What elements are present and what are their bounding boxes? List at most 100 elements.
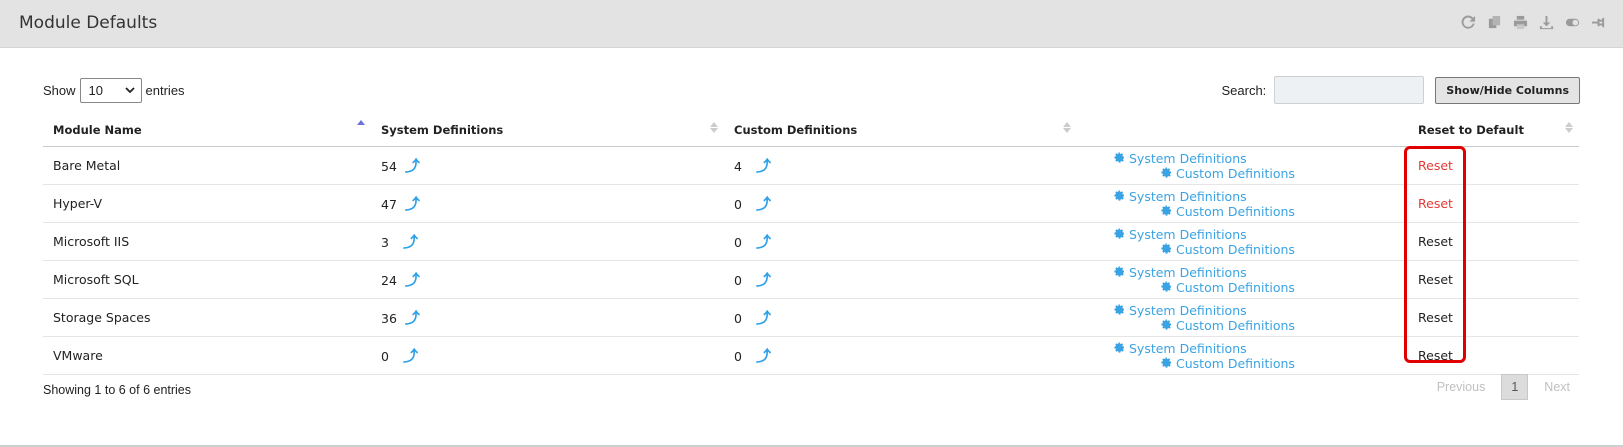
system-definitions-link-label: System Definitions: [1129, 150, 1247, 166]
search-input[interactable]: [1274, 76, 1425, 104]
custom-definitions-link-label: Custom Definitions: [1176, 355, 1295, 371]
up-arrow-icon[interactable]: ⤴: [756, 157, 771, 175]
module-name-cell: Storage Spaces: [43, 298, 371, 337]
page-1-button[interactable]: 1: [1501, 374, 1529, 400]
gear-icon: [1161, 318, 1172, 333]
module-name: Storage Spaces: [53, 310, 151, 325]
custom-count-cell: 4 ⤴: [724, 146, 1077, 185]
system-definitions-link[interactable]: System Definitions: [1114, 341, 1247, 356]
copy-icon[interactable]: [1487, 15, 1502, 30]
up-arrow-icon[interactable]: ⤴: [405, 271, 420, 289]
module-name-cell: Hyper-V: [43, 184, 371, 223]
system-count-cell: 54 ⤴: [371, 146, 724, 185]
up-arrow-icon[interactable]: ⤴: [403, 233, 418, 251]
up-arrow-icon[interactable]: ⤴: [756, 309, 771, 327]
system-definitions-link[interactable]: System Definitions: [1114, 265, 1247, 280]
sort-icon: [710, 122, 718, 133]
up-arrow-icon[interactable]: ⤴: [405, 195, 420, 213]
system-definitions-link[interactable]: System Definitions: [1114, 189, 1247, 204]
gear-icon: [1114, 265, 1125, 280]
gear-icon: [1161, 242, 1172, 257]
entries-info: Showing 1 to 6 of 6 entries: [43, 383, 192, 397]
custom-count: 0: [734, 349, 742, 364]
table-row: VMware 0 ⤴ 0 ⤴ System Definitions Custom Defin…: [43, 336, 1579, 375]
next-page-button[interactable]: Next: [1534, 374, 1580, 400]
sort-icon: [1063, 122, 1071, 133]
show-label: Show: [43, 83, 76, 98]
entries-value: 10: [88, 83, 103, 98]
module-name-cell: Microsoft SQL: [43, 260, 371, 299]
system-count: 54: [381, 159, 397, 174]
reset-column-highlight: [1404, 146, 1466, 363]
page-header: Module Defaults: [0, 0, 1623, 48]
module-name-cell: Bare Metal: [43, 146, 371, 185]
links-cell: System Definitions Custom Definitions: [1077, 146, 1408, 185]
toggle-icon[interactable]: [1565, 15, 1580, 30]
custom-definitions-link[interactable]: Custom Definitions: [1161, 166, 1295, 181]
table-row: Storage Spaces 36 ⤴ 0 ⤴ System Definitions Cus…: [43, 298, 1579, 337]
pin-icon[interactable]: [1591, 15, 1606, 30]
system-definitions-link-label: System Definitions: [1129, 340, 1247, 356]
system-definitions-link[interactable]: System Definitions: [1114, 303, 1247, 318]
system-definitions-link-label: System Definitions: [1129, 302, 1247, 318]
custom-count: 4: [734, 159, 742, 174]
links-cell: System Definitions Custom Definitions: [1077, 336, 1408, 375]
links-cell: System Definitions Custom Definitions: [1077, 260, 1408, 299]
custom-count: 0: [734, 311, 742, 326]
up-arrow-icon[interactable]: ⤴: [403, 347, 418, 365]
sort-icon: [1565, 122, 1573, 133]
system-definitions-link[interactable]: System Definitions: [1114, 227, 1247, 242]
custom-definitions-link[interactable]: Custom Definitions: [1161, 318, 1295, 333]
entries-label: entries: [145, 83, 185, 98]
system-count: 3: [381, 235, 389, 250]
table-row: Hyper-V 47 ⤴ 0 ⤴ System Definitions Custom Def…: [43, 184, 1579, 223]
show-hide-columns-button[interactable]: Show/Hide Columns: [1435, 76, 1580, 104]
download-icon[interactable]: [1539, 15, 1554, 30]
custom-definitions-link[interactable]: Custom Definitions: [1161, 356, 1295, 371]
refresh-icon[interactable]: [1461, 15, 1476, 30]
sort-asc-icon: [357, 120, 365, 125]
custom-count-cell: 0 ⤴: [724, 260, 1077, 299]
chevron-down-icon: [124, 83, 135, 98]
custom-count-cell: 0 ⤴: [724, 184, 1077, 223]
up-arrow-icon[interactable]: ⤴: [756, 233, 771, 251]
column-header-module-name[interactable]: Module Name: [43, 114, 371, 147]
column-header-actions: [1077, 114, 1408, 147]
system-count: 47: [381, 197, 397, 212]
links-cell: System Definitions Custom Definitions: [1077, 222, 1408, 261]
custom-count: 0: [734, 197, 742, 212]
up-arrow-icon[interactable]: ⤴: [756, 271, 771, 289]
custom-definitions-link-label: Custom Definitions: [1176, 241, 1295, 257]
header-toolbar: [1461, 15, 1606, 30]
column-header-custom-definitions[interactable]: Custom Definitions: [724, 114, 1077, 147]
system-count-cell: 36 ⤴: [371, 298, 724, 337]
module-name: Bare Metal: [53, 158, 121, 173]
print-icon[interactable]: [1513, 15, 1528, 30]
up-arrow-icon[interactable]: ⤴: [405, 309, 420, 327]
gear-icon: [1114, 227, 1125, 242]
custom-definitions-link[interactable]: Custom Definitions: [1161, 242, 1295, 257]
system-definitions-link[interactable]: System Definitions: [1114, 151, 1247, 166]
system-count-cell: 0 ⤴: [371, 336, 724, 375]
gear-icon: [1114, 151, 1125, 166]
column-header-reset-to-default[interactable]: Reset to Default: [1408, 114, 1579, 147]
custom-definitions-link[interactable]: Custom Definitions: [1161, 204, 1295, 219]
up-arrow-icon[interactable]: ⤴: [756, 347, 771, 365]
table-controls: Show 10 entries Search: Show/Hide Column…: [43, 76, 1580, 108]
gear-icon: [1161, 356, 1172, 371]
system-count: 36: [381, 311, 397, 326]
up-arrow-icon[interactable]: ⤴: [405, 157, 420, 175]
custom-definitions-link[interactable]: Custom Definitions: [1161, 280, 1295, 295]
custom-definitions-link-label: Custom Definitions: [1176, 165, 1295, 181]
custom-count-cell: 0 ⤴: [724, 336, 1077, 375]
gear-icon: [1161, 204, 1172, 219]
previous-page-button[interactable]: Previous: [1427, 374, 1496, 400]
pagination: Previous 1 Next: [1427, 374, 1580, 400]
links-cell: System Definitions Custom Definitions: [1077, 298, 1408, 337]
custom-definitions-link-label: Custom Definitions: [1176, 279, 1295, 295]
column-header-system-definitions[interactable]: System Definitions: [371, 114, 724, 147]
system-count-cell: 47 ⤴: [371, 184, 724, 223]
up-arrow-icon[interactable]: ⤴: [756, 195, 771, 213]
entries-select[interactable]: 10: [79, 78, 142, 103]
gear-icon: [1114, 303, 1125, 318]
